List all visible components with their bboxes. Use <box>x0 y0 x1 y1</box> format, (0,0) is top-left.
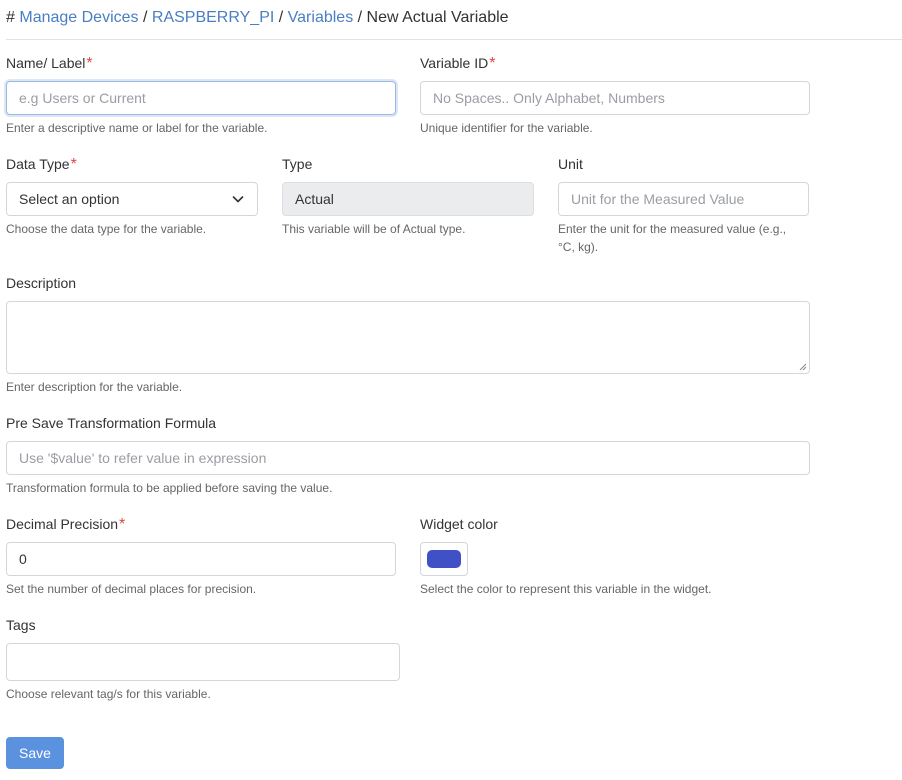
data-type-label: Data Type <box>6 156 70 172</box>
unit-help-line-2: °C, kg). <box>558 240 599 254</box>
tags-help: Choose relevant tag/s for this variable. <box>6 687 211 701</box>
variable-id-input[interactable]: No Spaces.. Only Alphabet, Numbers <box>420 81 810 115</box>
description-label: Description <box>6 275 77 291</box>
color-swatch <box>427 550 461 568</box>
formula-help: Transformation formula to be applied bef… <box>6 481 333 495</box>
name-field-label: Name/ Label* <box>6 54 93 73</box>
name-input[interactable]: e.g Users or Current <box>6 81 396 115</box>
variable-id-field-label: Variable ID* <box>420 54 495 73</box>
unit-label: Unit <box>558 156 583 172</box>
required-marker: * <box>86 55 93 72</box>
required-marker: * <box>70 156 77 173</box>
unit-input[interactable]: Unit for the Measured Value <box>558 182 809 216</box>
description-textarea[interactable] <box>6 301 810 374</box>
widget-color-picker[interactable] <box>420 542 468 576</box>
breadcrumb-separator: / <box>142 9 148 26</box>
decimal-precision-label: Decimal Precision <box>6 516 119 532</box>
tags-label: Tags <box>6 617 36 633</box>
variable-id-placeholder: No Spaces.. Only Alphabet, Numbers <box>433 90 665 106</box>
type-readonly-input: Actual <box>282 182 534 216</box>
header-divider <box>6 39 902 40</box>
type-field-label: Type <box>282 155 312 174</box>
breadcrumb-hash: # <box>6 9 15 26</box>
unit-placeholder: Unit for the Measured Value <box>571 191 745 207</box>
decimal-precision-help: Set the number of decimal places for pre… <box>6 582 257 596</box>
formula-placeholder: Use '$value' to refer value in expressio… <box>19 450 267 466</box>
type-help: This variable will be of Actual type. <box>282 222 466 236</box>
description-field-label: Description <box>6 274 76 293</box>
required-marker: * <box>489 55 496 72</box>
breadcrumb-link-variables[interactable]: Variables <box>288 9 354 26</box>
decimal-precision-value: 0 <box>19 551 27 567</box>
widget-color-field-label: Widget color <box>420 515 498 534</box>
unit-help-line-1: Enter the unit for the measured value (e… <box>558 222 787 236</box>
type-value: Actual <box>295 191 334 207</box>
decimal-precision-field-label: Decimal Precision* <box>6 515 125 534</box>
breadcrumb-link-device[interactable]: RASPBERRY_PI <box>152 9 274 26</box>
data-type-select[interactable]: Select an option <box>6 182 258 216</box>
name-help: Enter a descriptive name or label for th… <box>6 121 268 135</box>
breadcrumb-link-manage-devices[interactable]: Manage Devices <box>19 9 138 26</box>
breadcrumb-separator: / <box>278 9 284 26</box>
tags-field-label: Tags <box>6 616 36 635</box>
breadcrumb: # Manage Devices / RASPBERRY_PI / Variab… <box>6 9 509 27</box>
description-help: Enter description for the variable. <box>6 380 183 394</box>
unit-help: Enter the unit for the measured value (e… <box>558 220 786 256</box>
resize-grip-icon[interactable] <box>799 363 807 371</box>
data-type-help: Choose the data type for the variable. <box>6 222 207 236</box>
chevron-down-icon <box>232 196 244 203</box>
name-input-placeholder: e.g Users or Current <box>19 90 146 106</box>
required-marker: * <box>119 516 126 533</box>
widget-color-help: Select the color to represent this varia… <box>420 582 712 596</box>
unit-field-label: Unit <box>558 155 583 174</box>
formula-label: Pre Save Transformation Formula <box>6 415 217 431</box>
breadcrumb-current: New Actual Variable <box>366 9 509 26</box>
data-type-selected: Select an option <box>19 191 120 207</box>
formula-field-label: Pre Save Transformation Formula <box>6 414 216 433</box>
variable-id-label: Variable ID <box>420 55 489 71</box>
name-label: Name/ Label <box>6 55 86 71</box>
save-button[interactable]: Save <box>6 737 64 769</box>
variable-id-help: Unique identifier for the variable. <box>420 121 593 135</box>
breadcrumb-separator: / <box>357 9 363 26</box>
widget-color-label: Widget color <box>420 516 498 532</box>
tags-input[interactable] <box>6 643 400 681</box>
formula-input[interactable]: Use '$value' to refer value in expressio… <box>6 441 810 475</box>
type-label: Type <box>282 156 313 172</box>
decimal-precision-input[interactable]: 0 <box>6 542 396 576</box>
data-type-field-label: Data Type* <box>6 155 77 174</box>
